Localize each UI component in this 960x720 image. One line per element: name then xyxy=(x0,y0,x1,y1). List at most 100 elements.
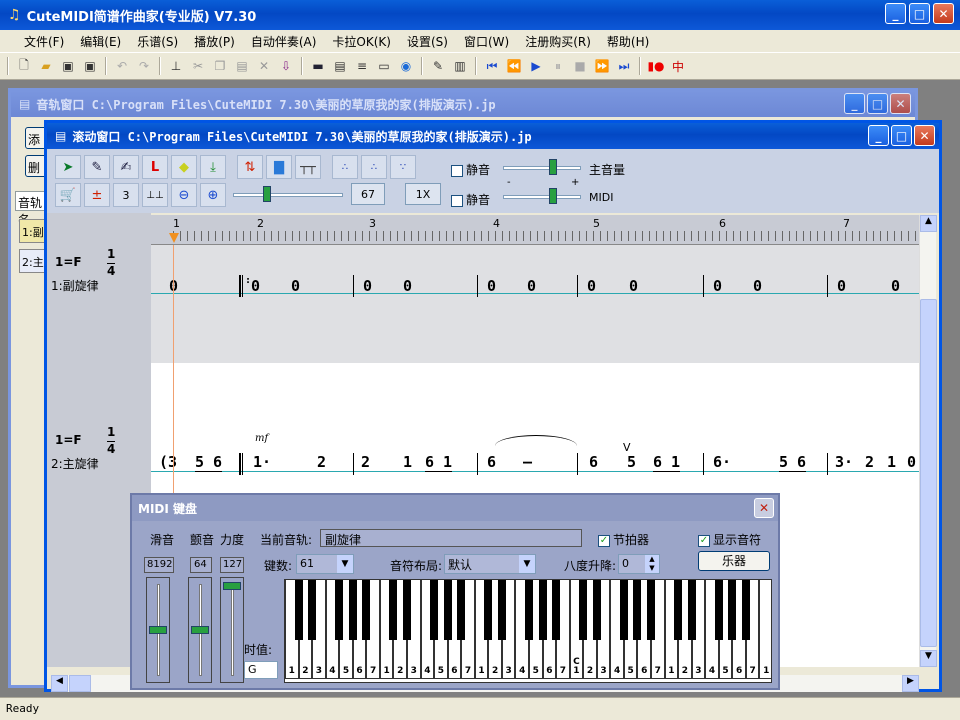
insert-icon[interactable]: ⊥ xyxy=(166,56,186,76)
line-tool-icon[interactable]: ┬┬ xyxy=(295,155,321,179)
menu-settings[interactable]: 设置(S) xyxy=(399,33,456,50)
cart-tool-icon[interactable]: 🛒 xyxy=(55,183,81,207)
piano-black-key[interactable] xyxy=(389,580,398,640)
note[interactable]: 6 xyxy=(487,453,496,471)
stop-icon[interactable]: ■ xyxy=(570,56,590,76)
chevron-down-icon[interactable]: ▼ xyxy=(519,555,535,573)
note[interactable]: 5 6 xyxy=(779,453,807,472)
master-volume-thumb[interactable] xyxy=(549,159,557,175)
note[interactable]: 6· xyxy=(713,453,731,471)
mute-2-checkbox[interactable] xyxy=(451,194,463,207)
note[interactable]: (3 xyxy=(159,453,177,471)
zoom-out-icon[interactable]: ⊖ xyxy=(171,183,197,207)
zoom-in-icon[interactable]: ⊕ xyxy=(200,183,226,207)
chinese-mode-icon[interactable]: 中 xyxy=(668,56,688,76)
menu-accompaniment[interactable]: 自动伴奏(A) xyxy=(243,33,325,50)
note[interactable]: 2 xyxy=(865,453,874,471)
rewind-icon[interactable]: ⏪ xyxy=(504,56,524,76)
skip-end-icon[interactable]: ⏭ xyxy=(614,56,634,76)
note[interactable]: 0 xyxy=(587,277,596,295)
note[interactable]: 0 xyxy=(527,277,536,295)
scroll-minimize-button[interactable]: _ xyxy=(868,125,889,146)
note[interactable]: 5 xyxy=(627,453,636,471)
track-maximize-button[interactable]: □ xyxy=(867,93,888,114)
zoom-slider[interactable] xyxy=(233,193,343,197)
triplet-down-icon[interactable]: ∵ xyxy=(390,155,416,179)
scroll-maximize-button[interactable]: □ xyxy=(891,125,912,146)
playhead-marker[interactable] xyxy=(169,233,179,243)
maximize-button[interactable]: □ xyxy=(909,3,930,24)
select-tool-icon[interactable]: ➤ xyxy=(55,155,81,179)
note[interactable]: 5 6 xyxy=(195,453,223,472)
note[interactable]: 3· xyxy=(835,453,853,471)
cut-icon[interactable]: ✂ xyxy=(188,56,208,76)
save-all-icon[interactable]: ▣ xyxy=(80,56,100,76)
note[interactable]: 0 xyxy=(891,277,900,295)
layout-select[interactable]: 默认 ▼ xyxy=(444,554,536,574)
note[interactable]: 2 xyxy=(317,453,326,471)
piano-roll-icon[interactable]: ▬ xyxy=(308,56,328,76)
piano-black-key[interactable] xyxy=(525,580,533,640)
piano-black-key[interactable] xyxy=(294,580,303,640)
vibrato-slider[interactable] xyxy=(188,577,212,683)
track-1-name[interactable]: 1:副旋律 xyxy=(51,277,99,294)
track-minimize-button[interactable]: _ xyxy=(844,93,865,114)
spinner-icon[interactable]: ▲ ▼ xyxy=(645,555,659,573)
piano-black-key[interactable] xyxy=(308,580,317,640)
note[interactable]: 6 1 xyxy=(653,453,681,472)
copy-icon[interactable]: ❐ xyxy=(210,56,230,76)
piano-black-key[interactable] xyxy=(633,580,642,640)
piano-black-key[interactable] xyxy=(579,580,588,640)
force-slider[interactable] xyxy=(220,577,244,683)
piano-keyboard[interactable]: 123456712345671234567C 123456712345671 xyxy=(284,579,772,683)
note[interactable]: 0 xyxy=(713,277,722,295)
piano-black-key[interactable] xyxy=(335,580,344,640)
note[interactable]: 2 xyxy=(361,453,370,471)
piano-black-key[interactable] xyxy=(552,580,561,640)
fast-forward-icon[interactable]: ⏩ xyxy=(592,56,612,76)
piano-black-key[interactable] xyxy=(403,580,411,640)
triplet-mid-icon[interactable]: ∴ xyxy=(361,155,387,179)
scroll-right-icon[interactable]: ▶ xyxy=(902,675,919,692)
piano-black-key[interactable] xyxy=(647,580,655,640)
h-scroll-thumb[interactable] xyxy=(69,675,91,692)
show-notes-check[interactable]: ✓ xyxy=(698,534,710,547)
tempo-value[interactable]: 67 xyxy=(351,183,385,205)
force-slider-thumb[interactable] xyxy=(223,582,241,590)
slide-slider-thumb[interactable] xyxy=(149,626,167,634)
piano-black-key[interactable] xyxy=(619,580,628,640)
curve-tool-icon[interactable]: ⤓ xyxy=(200,155,226,179)
note[interactable]: 1 xyxy=(403,453,412,471)
mute-1[interactable]: 静音 xyxy=(451,161,490,178)
piano-black-key[interactable] xyxy=(592,580,601,640)
open-folder-icon[interactable]: ▰ xyxy=(36,56,56,76)
menu-score[interactable]: 乐谱(S) xyxy=(129,33,186,50)
piano-black-key[interactable] xyxy=(348,580,357,640)
lyric-tool-icon[interactable]: L xyxy=(142,155,168,179)
show-notes-checkbox[interactable]: ✓ 显示音符 xyxy=(698,531,761,548)
note[interactable]: 6 xyxy=(589,453,598,471)
note[interactable]: 0 xyxy=(403,277,412,295)
vibrato-slider-thumb[interactable] xyxy=(191,626,209,634)
instrument-button[interactable]: 乐器 xyxy=(698,551,770,571)
mute-1-checkbox[interactable] xyxy=(451,164,463,177)
close-button[interactable]: ✕ xyxy=(933,3,954,24)
piano-black-key[interactable] xyxy=(362,580,371,640)
keys-select[interactable]: 61 ▼ xyxy=(296,554,354,574)
metronome-checkbox[interactable]: ✓ 节拍器 xyxy=(598,531,649,548)
note[interactable]: 6 1 xyxy=(425,453,453,472)
track-close-button[interactable]: ✕ xyxy=(890,93,911,114)
globe-icon[interactable]: ◉ xyxy=(396,56,416,76)
menu-karaoke[interactable]: 卡拉OK(K) xyxy=(324,33,399,50)
speed-value[interactable]: 1X xyxy=(405,183,441,205)
scroll-up-icon[interactable]: ▲ xyxy=(920,215,937,232)
piano-black-key[interactable] xyxy=(443,580,452,640)
pause-icon[interactable]: ⏸ xyxy=(548,56,568,76)
pen-icon[interactable]: ✎ xyxy=(428,56,448,76)
piano-black-key[interactable] xyxy=(457,580,466,640)
play-icon[interactable]: ▶ xyxy=(526,56,546,76)
tool-value-3[interactable]: 3 xyxy=(113,183,139,207)
eraser-tool-icon[interactable]: ◆ xyxy=(171,155,197,179)
rewind-start-icon[interactable]: ⏮ xyxy=(482,56,502,76)
scroll-down-icon[interactable]: ▼ xyxy=(920,650,937,667)
